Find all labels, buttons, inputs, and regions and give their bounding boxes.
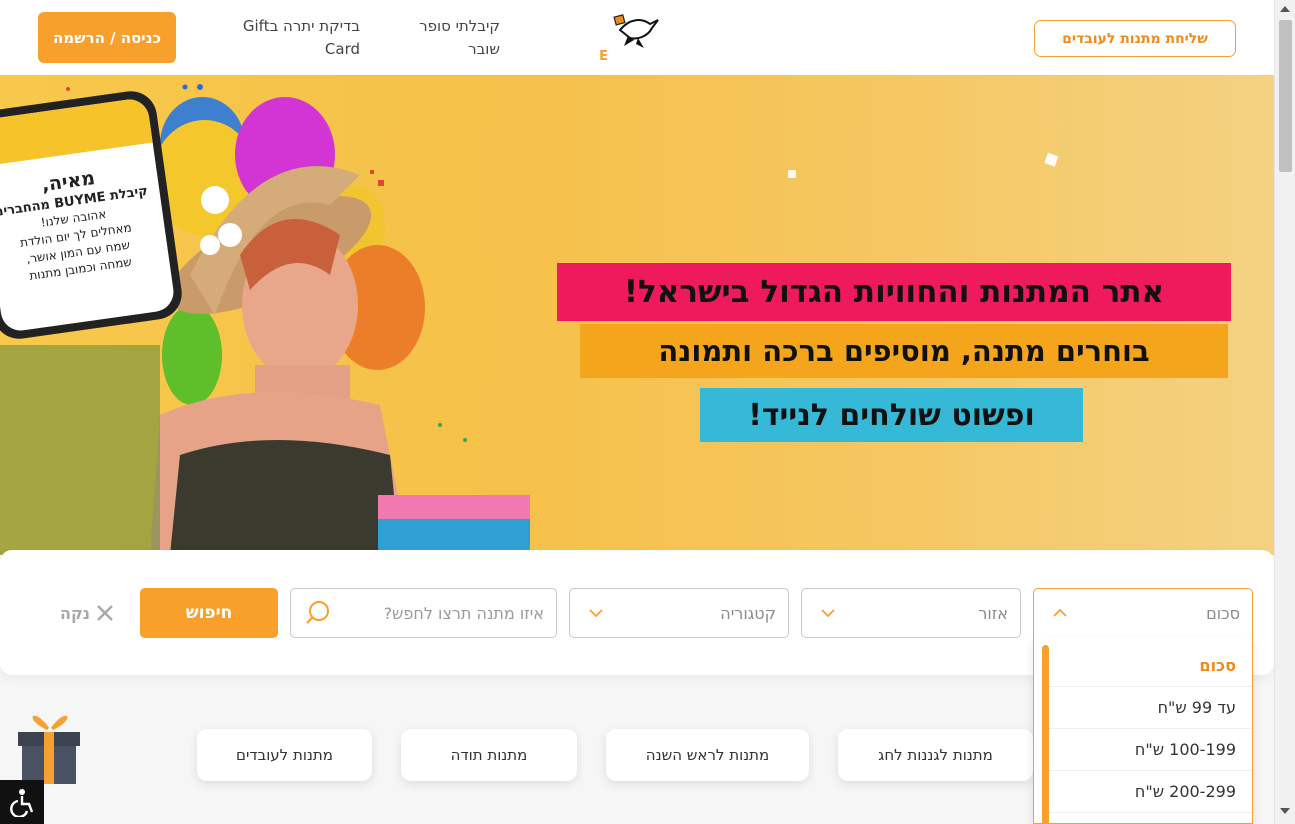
hero-headline-line1: אתר המתנות והחוויות הגדול בישראל! (557, 263, 1231, 321)
clear-button[interactable]: נקה (60, 600, 120, 626)
floating-gift[interactable] (14, 706, 84, 786)
amount-dropdown: סכום עד 99 ש"ח 100-199 ש"ח 200-299 ש"ח (1033, 637, 1253, 824)
brand-text: BUYME (600, 49, 608, 64)
amount-option[interactable]: 100-199 ש"ח (1049, 729, 1252, 771)
category-pill-employees[interactable]: מתנות לעובדים (197, 729, 372, 781)
hero-banner[interactable]: מאיה, קיבלת BUYME מהחברים אהובה שלנו! מא… (0, 75, 1274, 555)
chevron-up-icon (1053, 608, 1067, 617)
category-pill-teachers[interactable]: מתנות לגננות לחג (838, 729, 1033, 781)
hero-headline-line2: בוחרים מתנה, מוסיפים ברכה ותמונה (580, 324, 1228, 378)
search-icon[interactable] (305, 600, 331, 626)
scroll-up-icon[interactable] (1280, 6, 1290, 12)
dropdown-scrollbar[interactable] (1042, 645, 1049, 823)
category-select[interactable]: קטגוריה (569, 588, 789, 638)
clear-button-label: נקה (60, 603, 91, 623)
amount-select[interactable]: סכום (1033, 588, 1253, 638)
search-field[interactable] (290, 588, 557, 638)
gift-icon (18, 715, 80, 784)
site-header: שליחת מתנות לעובדים BUYME קיבלתי סופר שו… (0, 0, 1274, 75)
nav-voucher-received[interactable]: קיבלתי סופר שובר (400, 15, 500, 61)
search-input[interactable] (344, 589, 544, 637)
category-pill-thanks[interactable]: מתנות תודה (401, 729, 577, 781)
greeting-card: מאיה, קיבלת BUYME מהחברים אהובה שלנו! מא… (0, 151, 176, 297)
amount-select-label: סכום (1206, 603, 1240, 623)
chevron-down-icon (589, 609, 603, 618)
search-button[interactable]: חיפוש (140, 588, 278, 638)
amount-option[interactable]: 200-299 ש"ח (1049, 771, 1252, 813)
category-select-label: קטגוריה (720, 603, 776, 623)
accessibility-icon (10, 789, 34, 817)
area-select-label: אזור (978, 603, 1008, 623)
buyme-logo[interactable]: BUYME (556, 10, 674, 66)
scroll-thumb[interactable] (1279, 20, 1292, 172)
logo-stork-icon: BUYME (556, 14, 659, 64)
amount-option[interactable]: עד 99 ש"ח (1049, 687, 1252, 729)
hero-headline-line3: ופשוט שולחים לנייד! (700, 388, 1083, 442)
area-select[interactable]: אזור (801, 588, 1021, 638)
amount-option[interactable]: סכום (1049, 645, 1252, 687)
phone-mockup: מאיה, קיבלת BUYME מהחברים אהובה שלנו! מא… (0, 87, 186, 343)
scroll-down-icon[interactable] (1280, 808, 1290, 814)
login-button[interactable]: כניסה / הרשמה (38, 12, 176, 63)
nav-giftcard-balance[interactable]: בדיקת יתרה בGift Card (220, 15, 360, 61)
employee-gifts-button[interactable]: שליחת מתנות לעובדים (1034, 20, 1236, 57)
chevron-down-icon (821, 609, 835, 618)
accessibility-button[interactable] (0, 780, 44, 824)
close-icon (97, 605, 113, 621)
phone-screen: מאיה, קיבלת BUYME מהחברים אהובה שלנו! מא… (0, 96, 177, 334)
category-pill-new-year[interactable]: מתנות לראש השנה (606, 729, 809, 781)
page-scrollbar[interactable] (1274, 0, 1295, 824)
